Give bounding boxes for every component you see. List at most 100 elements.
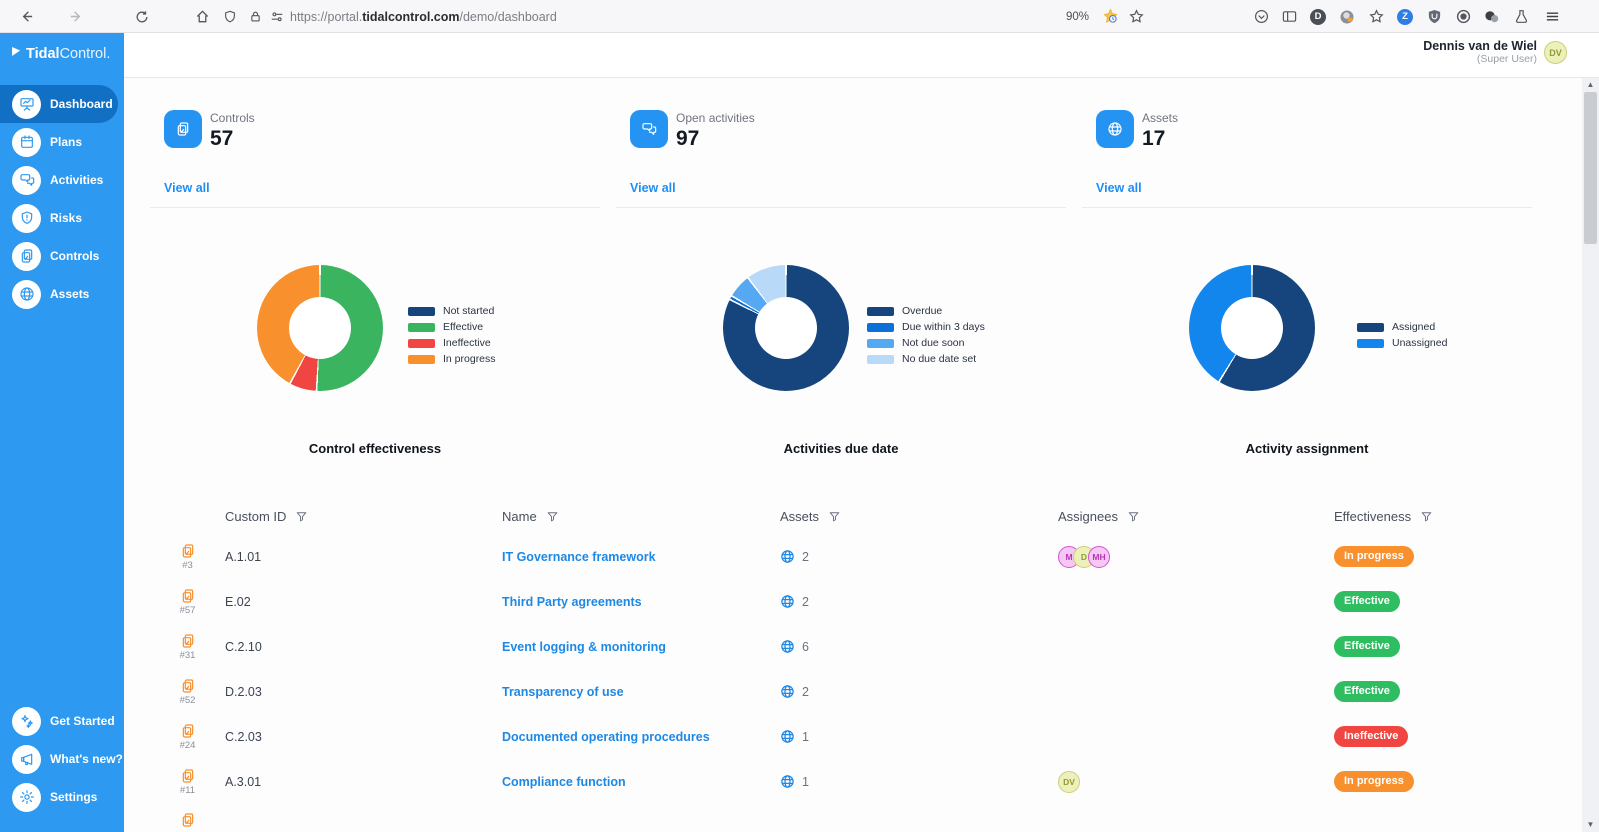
effectiveness-badge: In progress: [1334, 546, 1414, 567]
chart-title: Activity assignment: [1245, 441, 1369, 456]
control-name-link[interactable]: Compliance function: [502, 775, 626, 789]
control-name-link[interactable]: Third Party agreements: [502, 595, 642, 609]
view-all-link[interactable]: View all: [164, 181, 210, 195]
table-row: #52 D.2.03 Transparency of use 2 Effecti…: [150, 669, 1558, 714]
user-name: Dennis van de Wiel: [1423, 39, 1537, 53]
stat-card-open-activities: Open activities 97 View all: [616, 108, 1066, 208]
scrollbar-thumb[interactable]: [1584, 92, 1597, 244]
table-row: #3 A.1.01 IT Governance framework 2 M D MH…: [150, 534, 1558, 579]
extension-d-icon[interactable]: D: [1305, 0, 1331, 33]
legend-swatch: [867, 322, 894, 332]
sidebar-item-label: Dashboard: [50, 97, 113, 111]
dashboard-main: Controls 57 View all Open activities 97 …: [124, 78, 1582, 832]
sidebar-item-risks[interactable]: Risks: [0, 199, 124, 237]
forward-icon[interactable]: [62, 0, 90, 33]
legend-label: Effective: [443, 321, 484, 333]
sidebar-toggle-icon[interactable]: [1276, 0, 1302, 33]
legend-label: Not due soon: [902, 337, 965, 349]
clipboard-icon: [180, 633, 196, 649]
view-all-link[interactable]: View all: [630, 181, 676, 195]
legend-label: In progress: [443, 353, 496, 365]
card-value: 17: [1142, 127, 1166, 150]
legend-item: No due date set: [867, 351, 985, 367]
url-bar[interactable]: https://portal. tidalcontrol.com/demo/das…: [290, 0, 557, 33]
sidebar-item-plans[interactable]: Plans: [0, 123, 124, 161]
cell-assets: 2: [780, 684, 1058, 699]
sidebar-footer-nav: Get Started What's new? Settings: [0, 702, 124, 816]
star-extension-icon[interactable]: [1363, 0, 1389, 33]
scroll-up-icon[interactable]: ▲: [1582, 78, 1599, 92]
cell-assets: 6: [780, 639, 1058, 654]
permissions-icon[interactable]: [266, 0, 288, 33]
filter-icon[interactable]: [295, 510, 308, 523]
sidebar-item-get-started[interactable]: Get Started: [0, 702, 124, 740]
cell-assignees: DV: [1058, 770, 1334, 793]
sidebar-item-controls[interactable]: Controls: [0, 237, 124, 275]
page-scrollbar[interactable]: ▲ ▼: [1582, 78, 1599, 832]
control-name-link[interactable]: IT Governance framework: [502, 550, 656, 564]
extension-monkey-icon[interactable]: [1334, 0, 1360, 33]
donut-hole: [1221, 297, 1283, 359]
privacy-circle-icon[interactable]: [1450, 0, 1476, 33]
legend-label: Overdue: [902, 305, 943, 317]
globe-icon: [19, 286, 35, 302]
table-row-partial: [150, 804, 1558, 832]
sidebar-item-activities[interactable]: Activities: [0, 161, 124, 199]
filter-icon[interactable]: [828, 510, 841, 523]
donut-chart: [1189, 265, 1315, 391]
sidebar-item-assets[interactable]: Assets: [0, 275, 124, 313]
chart-legend: Overdue Due within 3 days Not due soon N…: [867, 303, 985, 367]
legend-swatch: [1357, 338, 1384, 348]
extension-flask-icon[interactable]: [1508, 0, 1534, 33]
legend-swatch: [408, 354, 435, 364]
zotero-icon[interactable]: Z: [1392, 0, 1418, 33]
card-label: Open activities: [676, 111, 755, 125]
column-header-custom-id: Custom ID: [225, 509, 502, 524]
filter-icon[interactable]: [1420, 510, 1433, 523]
user-menu[interactable]: Dennis van de Wiel (Super User): [1423, 39, 1537, 65]
site-shield-icon[interactable]: [218, 0, 242, 33]
cell-custom-id: E.02: [225, 594, 251, 609]
chat-icon: [19, 172, 35, 188]
home-icon[interactable]: [188, 0, 216, 33]
filter-icon[interactable]: [546, 510, 559, 523]
sidebar-item-what-s-new[interactable]: What's new?: [0, 740, 124, 778]
card-divider: [150, 207, 600, 208]
zoom-level[interactable]: 90%: [1066, 0, 1089, 33]
user-avatar[interactable]: DV: [1544, 41, 1567, 64]
chart-activities-due-date: Overdue Due within 3 days Not due soon N…: [616, 258, 1066, 463]
menu-hamburger-icon[interactable]: [1538, 0, 1566, 33]
bookmark-star-icon[interactable]: [1124, 0, 1148, 33]
legend-item: Assigned: [1357, 319, 1447, 335]
legend-item: In progress: [408, 351, 496, 367]
sidebar-item-settings[interactable]: Settings: [0, 778, 124, 816]
legend-swatch: [867, 306, 894, 316]
chart-legend: Assigned Unassigned: [1357, 319, 1447, 351]
row-ref: #57: [179, 604, 196, 616]
control-name-link[interactable]: Event logging & monitoring: [502, 640, 666, 654]
cookies-icon[interactable]: [1479, 0, 1505, 33]
chart-title: Control effectiveness: [308, 441, 442, 456]
legend-item: Overdue: [867, 303, 985, 319]
calendar-icon: [19, 134, 35, 150]
lock-icon[interactable]: [244, 0, 266, 33]
app-logo[interactable]: TidalControl.: [10, 45, 110, 62]
ublock-icon[interactable]: [1421, 0, 1447, 33]
legend-item: Effective: [408, 319, 496, 335]
timer-extension-icon[interactable]: [1098, 0, 1122, 33]
globe-small-icon: [780, 594, 795, 609]
pocket-icon[interactable]: [1248, 0, 1274, 33]
control-name-link[interactable]: Documented operating procedures: [502, 730, 710, 744]
cell-assets: 1: [780, 729, 1058, 744]
control-name-link[interactable]: Transparency of use: [502, 685, 624, 699]
sidebar-item-label: Assets: [50, 287, 90, 301]
legend-label: Due within 3 days: [902, 321, 985, 333]
filter-icon[interactable]: [1127, 510, 1140, 523]
globe-small-icon: [780, 774, 795, 789]
sidebar-item-dashboard[interactable]: Dashboard: [0, 85, 118, 123]
back-icon[interactable]: [12, 0, 40, 33]
sidebar: TidalControl. Dashboard Plans Activities…: [0, 33, 124, 832]
view-all-link[interactable]: View all: [1096, 181, 1142, 195]
scroll-down-icon[interactable]: ▼: [1582, 818, 1599, 832]
reload-icon[interactable]: [128, 0, 156, 33]
